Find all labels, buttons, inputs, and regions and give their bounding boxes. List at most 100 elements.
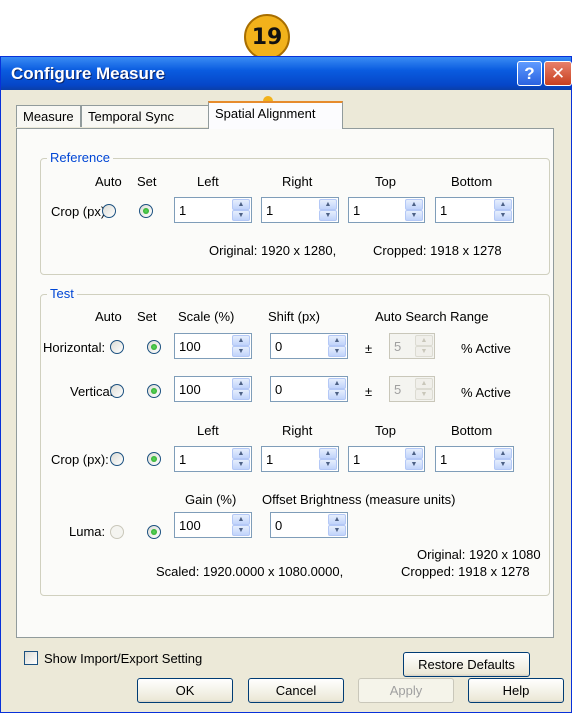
spin-up-icon[interactable]: ▲ bbox=[232, 378, 250, 389]
restore-defaults-button[interactable]: Restore Defaults bbox=[403, 652, 530, 677]
spinner-arrows[interactable]: ▲ ▼ bbox=[328, 514, 346, 536]
spin-down-icon[interactable]: ▼ bbox=[232, 346, 250, 357]
button-label: Help bbox=[502, 683, 530, 698]
spinner-value: 1 bbox=[353, 203, 361, 218]
spin-down-icon[interactable]: ▼ bbox=[232, 389, 250, 400]
test-crop-left-spinner[interactable]: 1 ▲ ▼ bbox=[174, 446, 252, 472]
button-label: Cancel bbox=[275, 683, 317, 698]
spin-down-icon[interactable]: ▼ bbox=[328, 389, 346, 400]
test-crop-auto-radio[interactable] bbox=[110, 452, 124, 466]
title-bar: Configure Measure ? ✕ bbox=[1, 57, 572, 90]
spinner-arrows[interactable]: ▲ ▼ bbox=[328, 335, 346, 357]
luma-offset-spinner[interactable]: 0 ▲ ▼ bbox=[270, 512, 348, 538]
horizontal-set-radio[interactable] bbox=[147, 340, 161, 354]
spin-down-icon: ▼ bbox=[415, 346, 433, 357]
crop-label: Crop (px): bbox=[51, 204, 109, 219]
spinner-arrows[interactable]: ▲ ▼ bbox=[405, 199, 423, 221]
spin-down-icon[interactable]: ▼ bbox=[405, 210, 423, 221]
spin-down-icon[interactable]: ▼ bbox=[232, 210, 250, 221]
spin-down-icon[interactable]: ▼ bbox=[319, 459, 337, 470]
spinner-arrows[interactable]: ▲ ▼ bbox=[319, 199, 337, 221]
spin-up-icon[interactable]: ▲ bbox=[494, 199, 512, 210]
spinner-arrows[interactable]: ▲ ▼ bbox=[494, 448, 512, 470]
spin-up-icon[interactable]: ▲ bbox=[328, 335, 346, 346]
spin-down-icon[interactable]: ▼ bbox=[232, 525, 250, 536]
reference-crop-right-spinner[interactable]: 1 ▲ ▼ bbox=[261, 197, 339, 223]
spin-down-icon[interactable]: ▼ bbox=[494, 210, 512, 221]
test-scaled-size: Scaled: 1920.0000 x 1080.0000, bbox=[156, 564, 344, 579]
spin-up-icon[interactable]: ▲ bbox=[232, 335, 250, 346]
spinner-arrows[interactable]: ▲ ▼ bbox=[232, 199, 250, 221]
spin-down-icon[interactable]: ▼ bbox=[494, 459, 512, 470]
spin-up-icon: ▲ bbox=[415, 335, 433, 346]
vertical-search-range-spinner: 5 ▲ ▼ bbox=[389, 376, 435, 402]
spinner-arrows[interactable]: ▲ ▼ bbox=[232, 378, 250, 400]
horizontal-search-range-spinner: 5 ▲ ▼ bbox=[389, 333, 435, 359]
auto-column-label: Auto bbox=[95, 174, 122, 189]
spin-up-icon[interactable]: ▲ bbox=[232, 514, 250, 525]
close-button[interactable]: ✕ bbox=[544, 61, 572, 86]
reference-crop-set-radio[interactable] bbox=[139, 204, 153, 218]
help-button[interactable]: Help bbox=[468, 678, 564, 703]
reference-crop-top-spinner[interactable]: 1 ▲ ▼ bbox=[348, 197, 425, 223]
luma-set-radio[interactable] bbox=[147, 525, 161, 539]
test-crop-top-spinner[interactable]: 1 ▲ ▼ bbox=[348, 446, 425, 472]
spinner-arrows[interactable]: ▲ ▼ bbox=[405, 448, 423, 470]
test-group: Test Auto Set Scale (%) Shift (px) Auto … bbox=[40, 286, 550, 596]
show-import-export-label: Show Import/Export Setting bbox=[44, 651, 203, 666]
spin-down-icon[interactable]: ▼ bbox=[328, 346, 346, 357]
spin-up-icon[interactable]: ▲ bbox=[328, 378, 346, 389]
tab-measure[interactable]: Measure bbox=[16, 105, 81, 127]
crop-label: Crop (px): bbox=[51, 452, 109, 467]
vertical-set-radio[interactable] bbox=[147, 384, 161, 398]
reference-crop-bottom-spinner[interactable]: 1 ▲ ▼ bbox=[435, 197, 514, 223]
spin-up-icon[interactable]: ▲ bbox=[328, 514, 346, 525]
vertical-auto-radio[interactable] bbox=[110, 384, 124, 398]
spinner-value: 1 bbox=[179, 203, 187, 218]
horizontal-shift-spinner[interactable]: 0 ▲ ▼ bbox=[270, 333, 348, 359]
help-title-button[interactable]: ? bbox=[517, 61, 542, 86]
spin-up-icon[interactable]: ▲ bbox=[405, 199, 423, 210]
spin-up-icon[interactable]: ▲ bbox=[405, 448, 423, 459]
spinner-arrows[interactable]: ▲ ▼ bbox=[232, 514, 250, 536]
spin-up-icon[interactable]: ▲ bbox=[494, 448, 512, 459]
test-cropped-size: Cropped: 1918 x 1278 bbox=[401, 564, 530, 579]
spinner-value: 100 bbox=[179, 382, 201, 397]
auto-column-label: Auto bbox=[95, 309, 122, 324]
test-crop-set-radio[interactable] bbox=[147, 452, 161, 466]
spin-down-icon[interactable]: ▼ bbox=[319, 210, 337, 221]
spin-up-icon[interactable]: ▲ bbox=[319, 448, 337, 459]
spin-down-icon[interactable]: ▼ bbox=[328, 525, 346, 536]
spin-up-icon[interactable]: ▲ bbox=[232, 199, 250, 210]
spin-up-icon[interactable]: ▲ bbox=[319, 199, 337, 210]
spinner-arrows[interactable]: ▲ ▼ bbox=[232, 448, 250, 470]
cancel-button[interactable]: Cancel bbox=[248, 678, 344, 703]
show-import-export-checkbox[interactable] bbox=[24, 651, 38, 665]
spinner-value: 1 bbox=[440, 203, 448, 218]
tab-temporal-sync[interactable]: Temporal Sync bbox=[81, 105, 209, 127]
spatial-alignment-panel: Reference Auto Set Left Right Top Bottom… bbox=[16, 128, 554, 677]
horizontal-active-label: % Active bbox=[461, 341, 511, 356]
tab-label: Temporal Sync bbox=[88, 109, 174, 124]
horizontal-auto-radio[interactable] bbox=[110, 340, 124, 354]
left-column-label: Left bbox=[197, 423, 219, 438]
reference-crop-left-spinner[interactable]: 1 ▲ ▼ bbox=[174, 197, 252, 223]
tab-spatial-alignment[interactable]: Spatial Alignment bbox=[208, 101, 343, 129]
spinner-value: 5 bbox=[394, 339, 402, 354]
test-crop-right-spinner[interactable]: 1 ▲ ▼ bbox=[261, 446, 339, 472]
spin-down-icon[interactable]: ▼ bbox=[405, 459, 423, 470]
luma-gain-spinner[interactable]: 100 ▲ ▼ bbox=[174, 512, 252, 538]
spin-down-icon[interactable]: ▼ bbox=[232, 459, 250, 470]
spin-up-icon[interactable]: ▲ bbox=[232, 448, 250, 459]
spinner-arrows[interactable]: ▲ ▼ bbox=[328, 378, 346, 400]
tab-label: Spatial Alignment bbox=[215, 106, 316, 121]
vertical-shift-spinner[interactable]: 0 ▲ ▼ bbox=[270, 376, 348, 402]
horizontal-scale-spinner[interactable]: 100 ▲ ▼ bbox=[174, 333, 252, 359]
spinner-arrows[interactable]: ▲ ▼ bbox=[319, 448, 337, 470]
ok-button[interactable]: OK bbox=[137, 678, 233, 703]
spinner-arrows[interactable]: ▲ ▼ bbox=[232, 335, 250, 357]
spinner-arrows[interactable]: ▲ ▼ bbox=[494, 199, 512, 221]
reference-crop-auto-radio[interactable] bbox=[102, 204, 116, 218]
test-crop-bottom-spinner[interactable]: 1 ▲ ▼ bbox=[435, 446, 514, 472]
vertical-scale-spinner[interactable]: 100 ▲ ▼ bbox=[174, 376, 252, 402]
